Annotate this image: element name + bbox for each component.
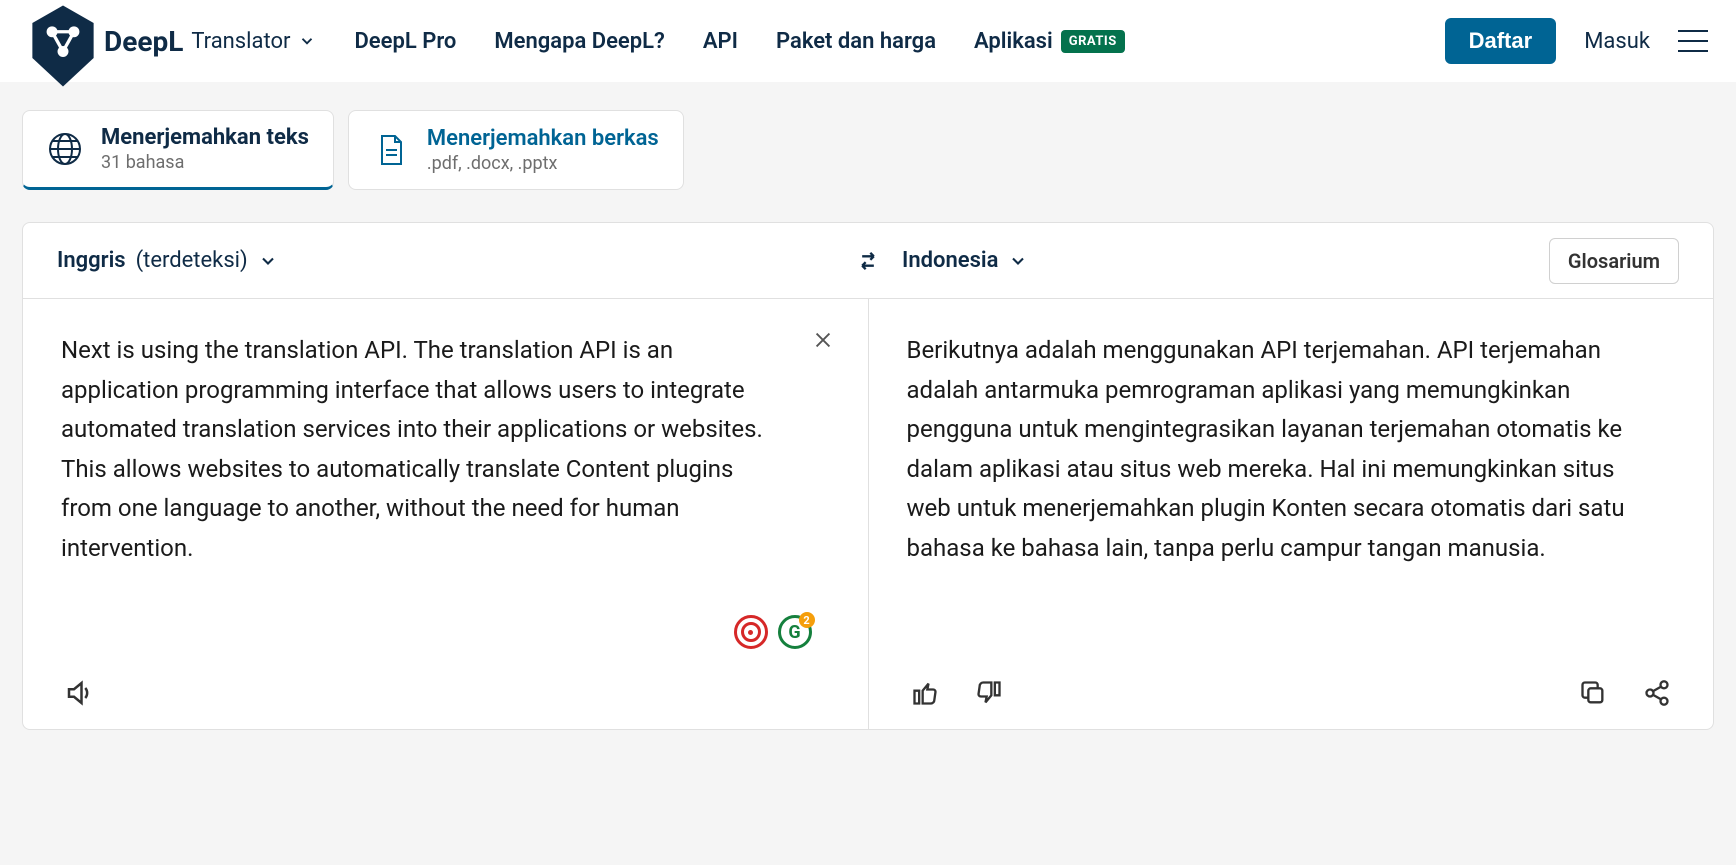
tab-translate-file[interactable]: Menerjemahkan berkas .pdf, .docx, .pptx (348, 110, 684, 190)
thumbs-up-button[interactable] (907, 675, 943, 711)
document-icon (373, 132, 409, 168)
target-actions (1575, 675, 1675, 711)
target-language-selector[interactable]: Indonesia (902, 248, 1028, 273)
extension-badges: G (734, 615, 812, 649)
target-lang-area: Indonesia Glosarium (868, 238, 1713, 284)
logo[interactable]: DeepL (28, 0, 183, 91)
tab-text-sub: 31 bahasa (101, 152, 309, 173)
copy-button[interactable] (1575, 675, 1611, 711)
nav-pricing[interactable]: Paket dan harga (776, 29, 936, 54)
tab-file-title: Menerjemahkan berkas (427, 126, 659, 151)
nav-apps[interactable]: Aplikasi GRATIS (974, 29, 1125, 54)
feedback (907, 675, 1007, 711)
content: Menerjemahkan teks 31 bahasa Menerjemahk… (0, 82, 1736, 730)
login-link[interactable]: Masuk (1584, 29, 1650, 54)
brand-name: DeepL (104, 25, 183, 58)
grammarly-extension-icon[interactable]: G (778, 615, 812, 649)
deepl-logo-icon (28, 1, 98, 91)
signup-button[interactable]: Daftar (1445, 18, 1557, 64)
translation-panel: Inggris (terdeteksi) Indonesia Glosarium (22, 222, 1714, 730)
tab-translate-text[interactable]: Menerjemahkan teks 31 bahasa (22, 110, 334, 190)
menu-icon[interactable] (1678, 30, 1708, 52)
source-language-selector[interactable]: Inggris (terdeteksi) (57, 248, 278, 273)
mode-tabs: Menerjemahkan teks 31 bahasa Menerjemahk… (22, 110, 1714, 190)
nav-api[interactable]: API (703, 29, 738, 54)
nav-apps-label: Aplikasi (974, 29, 1053, 54)
target-lang-name: Indonesia (902, 248, 998, 273)
nav-why[interactable]: Mengapa DeepL? (494, 29, 664, 54)
thumbs-down-button[interactable] (971, 675, 1007, 711)
free-badge: GRATIS (1061, 30, 1125, 53)
language-bar: Inggris (terdeteksi) Indonesia Glosarium (23, 223, 1713, 299)
tab-file-sub: .pdf, .docx, .pptx (427, 153, 659, 174)
share-button[interactable] (1639, 675, 1675, 711)
listen-source-button[interactable] (61, 675, 97, 711)
source-lang-area: Inggris (terdeteksi) (23, 248, 868, 273)
globe-icon (47, 131, 83, 167)
target-extension-icon[interactable] (734, 615, 768, 649)
source-bottom-bar (61, 657, 830, 729)
source-lang-name: Inggris (57, 248, 126, 273)
detected-label: (terdeteksi) (136, 248, 248, 273)
header-right: Daftar Masuk (1445, 18, 1708, 64)
clear-source-button[interactable] (812, 329, 834, 351)
chevron-down-icon (1008, 251, 1028, 271)
chevron-down-icon (258, 251, 278, 271)
nav: Translator DeepL Pro Mengapa DeepL? API … (191, 29, 1124, 54)
source-column: Next is using the translation API. The t… (23, 299, 869, 729)
swap-languages-button[interactable] (850, 243, 886, 279)
header: DeepL Translator DeepL Pro Mengapa DeepL… (0, 0, 1736, 82)
nav-pro[interactable]: DeepL Pro (354, 29, 456, 54)
nav-translator-label: Translator (191, 29, 290, 54)
source-text-input[interactable]: Next is using the translation API. The t… (61, 331, 830, 569)
target-column: Berikutnya adalah menggunakan API terjem… (869, 299, 1714, 729)
target-text-output: Berikutnya adalah menggunakan API terjem… (907, 331, 1676, 569)
text-row: Next is using the translation API. The t… (23, 299, 1713, 729)
nav-translator[interactable]: Translator (191, 29, 316, 54)
target-bottom-bar (907, 657, 1676, 729)
tab-text-title: Menerjemahkan teks (101, 125, 309, 150)
glossary-button[interactable]: Glosarium (1549, 238, 1679, 284)
chevron-down-icon (298, 32, 316, 50)
